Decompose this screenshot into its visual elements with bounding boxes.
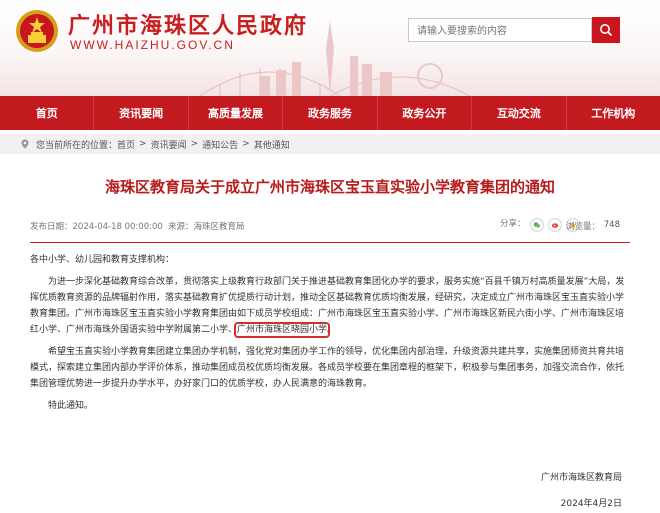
paragraph-1: 为进一步深化基础教育综合改革，贯彻落实上级教育行政部门关于推进基础教育集团化办学… <box>30 274 630 338</box>
weibo-share-icon[interactable] <box>547 218 562 232</box>
site-domain: WWW.HAIZHU.GOV.CN <box>70 38 235 52</box>
nav-item-disclosure[interactable]: 政务公开 <box>378 96 473 130</box>
view-count: 748 <box>603 220 620 230</box>
breadcrumb-prefix: 您当前所在的位置： <box>36 140 118 151</box>
breadcrumb-separator: > <box>190 139 199 149</box>
site-header: 广州市海珠区人民政府 WWW.HAIZHU.GOV.CN <box>0 0 660 96</box>
breadcrumb-item-notices[interactable]: 通知公告 <box>202 138 238 151</box>
views-label: 浏览量： <box>566 222 601 232</box>
publish-date: 发布日期：2024-04-18 00:00:00 <box>30 222 163 232</box>
nav-item-interaction[interactable]: 互动交流 <box>472 96 567 130</box>
nav-item-development[interactable]: 高质量发展 <box>189 96 284 130</box>
greeting-paragraph: 各中小学、幼儿园和教育支撑机构： <box>30 255 175 265</box>
signature-date: 2024年4月2日 <box>560 499 622 509</box>
share-label: 分享： <box>500 219 526 229</box>
breadcrumb: 您当前所在的位置： 首页 > 资讯要闻 > 通知公告 > 其他通知 <box>0 134 660 154</box>
paragraph-2: 希望宝玉直实验小学教育集团建立集团办学机制，强化党对集团办学工作的领导，优化集团… <box>30 347 625 389</box>
nav-item-services[interactable]: 政务服务 <box>283 96 378 130</box>
breadcrumb-item-home[interactable]: 首页 <box>117 138 135 151</box>
signature-organization: 广州市海珠区教育局 <box>540 473 622 483</box>
location-pin-icon <box>21 139 29 149</box>
article-title: 海珠区教育局关于成立广州市海珠区宝玉直实验小学教育集团的通知 <box>104 178 555 196</box>
highlighted-school-name: 广州市海珠区晓园小学 <box>234 322 331 338</box>
article-source: 来源：海珠区教育局 <box>168 222 245 232</box>
closing-line: 特此通知。 <box>48 401 94 411</box>
title-divider <box>30 242 630 243</box>
search-icon <box>600 24 613 37</box>
site-title[interactable]: 广州市海珠区人民政府 <box>68 8 308 40</box>
wechat-share-icon[interactable] <box>529 218 544 232</box>
nav-item-news[interactable]: 资讯要闻 <box>94 96 189 130</box>
paragraph-1-end: 。 <box>327 325 337 335</box>
search-button[interactable] <box>592 17 620 43</box>
search-input[interactable] <box>409 20 595 43</box>
main-nav: 首页 资讯要闻 高质量发展 政务服务 政务公开 互动交流 工作机构 <box>0 96 660 130</box>
nav-item-agencies[interactable]: 工作机构 <box>567 96 660 130</box>
breadcrumb-item-news[interactable]: 资讯要闻 <box>151 138 187 151</box>
article-body: 各中小学、幼儿园和教育支撑机构： 为进一步深化基础教育综合改革，贯彻落实上级教育… <box>30 252 630 420</box>
nav-item-home[interactable]: 首页 <box>0 96 95 130</box>
breadcrumb-item-other[interactable]: 其他通知 <box>254 138 290 151</box>
article-meta: 发布日期：2024-04-18 00:00:00 来源：海珠区教育局 分享： 浏… <box>30 218 630 234</box>
breadcrumb-separator: > <box>139 139 147 149</box>
national-emblem-icon <box>16 10 58 52</box>
search-box <box>408 18 595 43</box>
breadcrumb-separator: > <box>242 139 250 149</box>
